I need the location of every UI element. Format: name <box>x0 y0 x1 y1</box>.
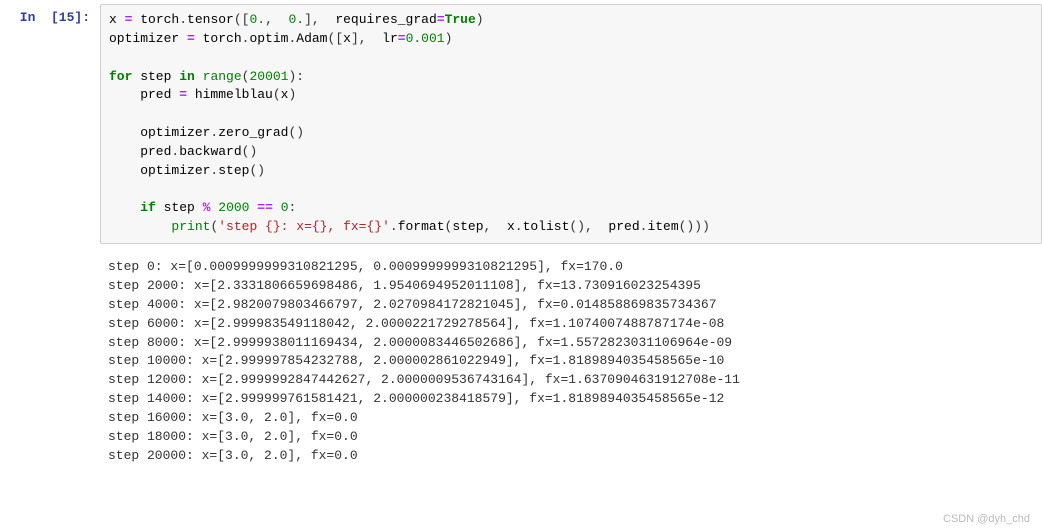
code-token: ) <box>445 31 453 46</box>
code-token: lr <box>374 31 397 46</box>
code-token <box>195 69 203 84</box>
code-token: = <box>437 12 445 27</box>
stdout-output: step 0: x=[0.0009999999310821295, 0.0009… <box>100 252 1042 471</box>
code-token: backward <box>179 144 241 159</box>
code-token: optimizer <box>109 31 187 46</box>
code-token: () <box>288 125 304 140</box>
code-token: step <box>156 200 203 215</box>
code-token: , <box>585 219 601 234</box>
code-token: , <box>484 219 500 234</box>
code-token: () <box>242 144 258 159</box>
code-token: zero_grad <box>218 125 288 140</box>
code-token: format <box>398 219 445 234</box>
code-token: optimizer <box>109 163 210 178</box>
code-token: x <box>343 31 351 46</box>
code-token: = <box>179 87 187 102</box>
code-token: pred <box>109 144 171 159</box>
code-token: == <box>257 200 273 215</box>
code-token: ) <box>288 87 296 102</box>
output-cell: step 0: x=[0.0009999999310821295, 0.0009… <box>0 248 1042 475</box>
code-token: step <box>132 69 179 84</box>
code-token <box>109 200 140 215</box>
code-token: requires_grad <box>328 12 437 27</box>
code-token: 0. <box>281 12 304 27</box>
code-token: () <box>249 163 265 178</box>
code-token: , <box>359 31 375 46</box>
code-token: torch <box>132 12 179 27</box>
code-token: , <box>312 12 328 27</box>
watermark-text: CSDN @dyh_chd <box>943 513 1030 525</box>
code-token: [ <box>335 31 343 46</box>
code-token: () <box>679 219 695 234</box>
code-token: 'step {}: x={}, fx={}' <box>218 219 390 234</box>
code-token <box>273 200 281 215</box>
code-token: . <box>179 12 187 27</box>
code-token: x <box>109 12 125 27</box>
code-token: . <box>390 219 398 234</box>
code-token: 2000 <box>218 200 249 215</box>
code-token: pred <box>601 219 640 234</box>
input-prompt: In [15]: <box>0 4 100 244</box>
code-token: ] <box>304 12 312 27</box>
code-token: True <box>445 12 476 27</box>
code-token: 20001 <box>249 69 288 84</box>
code-token: ) <box>476 12 484 27</box>
code-token: 0.001 <box>406 31 445 46</box>
code-token: pred <box>109 87 179 102</box>
code-token: torch <box>195 31 242 46</box>
code-token: tolist <box>523 219 570 234</box>
code-token: () <box>569 219 585 234</box>
code-token: ( <box>273 87 281 102</box>
code-token: for <box>109 69 132 84</box>
code-token: ) <box>694 219 702 234</box>
code-token: : <box>296 69 304 84</box>
code-token: range <box>203 69 242 84</box>
code-token: tensor <box>187 12 234 27</box>
code-token: ( <box>234 12 242 27</box>
code-token: step <box>452 219 483 234</box>
code-token: , <box>265 12 281 27</box>
code-token: if <box>140 200 156 215</box>
code-token: : <box>289 200 297 215</box>
code-token: = <box>398 31 406 46</box>
code-token: Adam <box>296 31 327 46</box>
code-token: 0. <box>249 12 265 27</box>
code-token: = <box>187 31 195 46</box>
code-token: ] <box>351 31 359 46</box>
code-token: x <box>499 219 515 234</box>
code-token: in <box>179 69 195 84</box>
code-token: ) <box>702 219 710 234</box>
code-token: item <box>647 219 678 234</box>
code-token: optimizer <box>109 125 210 140</box>
code-token: . <box>515 219 523 234</box>
code-cell: In [15]: x = torch.tensor([0., 0.], requ… <box>0 0 1042 248</box>
output-prompt-spacer <box>0 252 100 471</box>
code-token: print <box>171 219 210 234</box>
code-input-area[interactable]: x = torch.tensor([0., 0.], requires_grad… <box>100 4 1042 244</box>
code-token: himmelblau <box>187 87 273 102</box>
code-token: 0 <box>281 200 289 215</box>
code-token: step <box>218 163 249 178</box>
code-token <box>109 219 171 234</box>
code-token: optim <box>249 31 288 46</box>
